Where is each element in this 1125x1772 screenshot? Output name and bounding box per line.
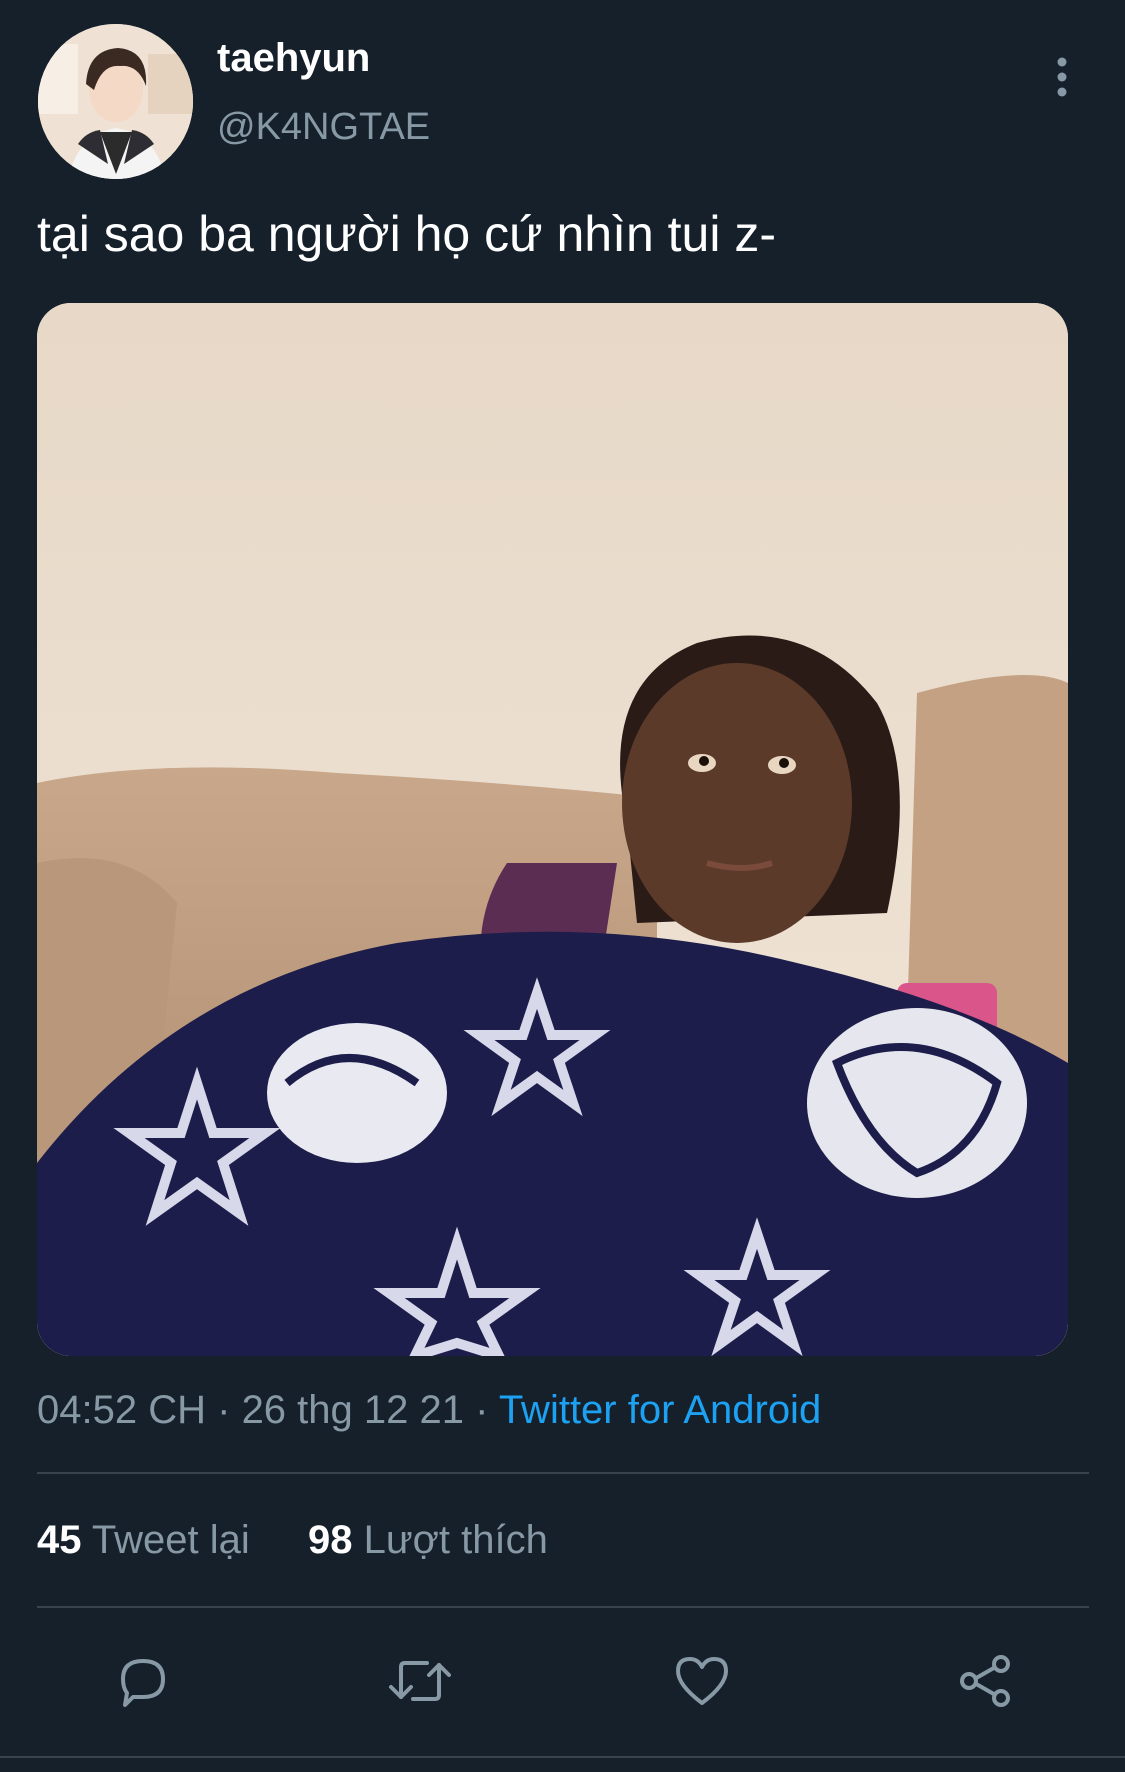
retweets-stat[interactable]: 45 Tweet lại [37,1518,250,1562]
media-photo [37,303,1068,1356]
tweet-media[interactable] [37,303,1068,1356]
divider [37,1472,1089,1474]
tweet-source-link[interactable]: Twitter for Android [499,1388,821,1432]
likes-count: 98 [308,1518,353,1562]
retweet-button[interactable] [387,1648,453,1714]
retweets-label: Tweet lại [91,1518,250,1562]
more-options-button[interactable] [1040,52,1084,102]
avatar[interactable] [38,24,193,179]
avatar-photo [38,24,193,179]
reply-icon [121,1659,165,1707]
meta-separator: · [217,1388,231,1432]
more-vertical-icon [1057,57,1067,97]
tweet-meta: 04:52 CH · 26 thg 12 21 · Twitter for An… [37,1388,821,1433]
retweets-count: 45 [37,1518,82,1562]
likes-stat[interactable]: 98 Lượt thích [308,1518,548,1562]
share-button[interactable] [952,1648,1018,1714]
tweet-text: tại sao ba người họ cứ nhìn tui z- [37,206,777,262]
share-icon [960,1655,1010,1707]
author-name[interactable]: taehyun [217,36,370,81]
divider [37,1606,1089,1608]
tweet-time[interactable]: 04:52 CH [37,1388,206,1432]
tweet-stats: 45 Tweet lại 98 Lượt thích [37,1518,548,1563]
tweet-date[interactable]: 26 thg 12 21 [242,1388,464,1432]
author-handle[interactable]: @K4NGTAE [217,106,430,149]
reply-button[interactable] [108,1648,174,1714]
likes-label: Lượt thích [363,1518,548,1562]
heart-icon [676,1657,728,1705]
like-button[interactable] [669,1648,735,1714]
meta-separator: · [475,1388,489,1432]
divider [0,1756,1125,1758]
retweet-icon [389,1661,451,1701]
